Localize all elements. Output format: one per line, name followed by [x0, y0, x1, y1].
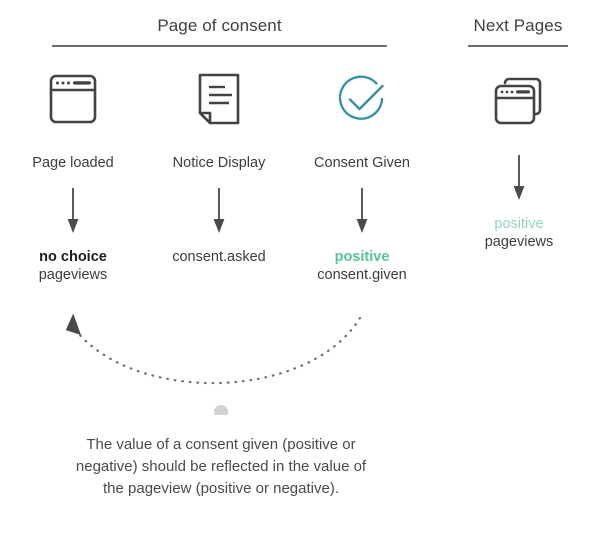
- value-block: no choice pageviews: [0, 248, 148, 284]
- section-header-rule: [52, 45, 387, 47]
- value-secondary: consent.given: [317, 267, 407, 284]
- value-block: consent.asked: [144, 248, 294, 266]
- section-header-page-of-consent: Page of consent: [52, 16, 387, 47]
- flow-step-consent-given: Consent Given positive consent.given: [287, 66, 437, 284]
- curve-midpoint-dot: [214, 405, 228, 415]
- step-label: Notice Display: [172, 155, 266, 171]
- browser-window-icon: [0, 66, 148, 132]
- section-header-label: Next Pages: [473, 16, 563, 35]
- step-label: Consent Given: [314, 155, 410, 171]
- value-primary: consent.asked: [172, 249, 266, 265]
- down-arrow-icon: [144, 188, 294, 234]
- stacked-browser-windows-icon: [444, 66, 594, 132]
- section-header-next-pages: Next Pages: [468, 16, 568, 47]
- value-primary: positive: [494, 216, 544, 232]
- flow-step-page-loaded: Page loaded no choice pageviews: [0, 66, 148, 284]
- value-secondary: pageviews: [484, 234, 554, 251]
- value-block: positive consent.given: [287, 248, 437, 284]
- note-document-icon: [144, 66, 294, 132]
- dotted-curve-path: [72, 316, 362, 385]
- value-secondary: pageviews: [38, 267, 108, 284]
- step-label: Page loaded: [32, 155, 114, 171]
- circle-check-icon: [287, 66, 437, 132]
- value-block: positive pageviews: [444, 215, 594, 251]
- flow-step-notice-display: Notice Display consent.asked: [144, 66, 294, 266]
- value-primary: no choice: [39, 249, 107, 265]
- down-arrow-icon: [287, 188, 437, 234]
- down-arrow-icon: [444, 155, 594, 201]
- flow-step-next-pageviews: positive pageviews: [444, 66, 594, 251]
- section-header-label: Page of consent: [157, 16, 282, 35]
- down-arrow-icon: [0, 188, 148, 234]
- caption-text: The value of a consent given (positive o…: [75, 436, 367, 497]
- arrowhead-up-left-icon: [65, 313, 81, 336]
- consent-flow-diagram: Page of consent Next Pages Page loaded n…: [0, 0, 600, 551]
- value-primary: positive: [334, 249, 390, 265]
- section-header-rule: [468, 45, 568, 47]
- dotted-curved-arrow: [65, 313, 362, 415]
